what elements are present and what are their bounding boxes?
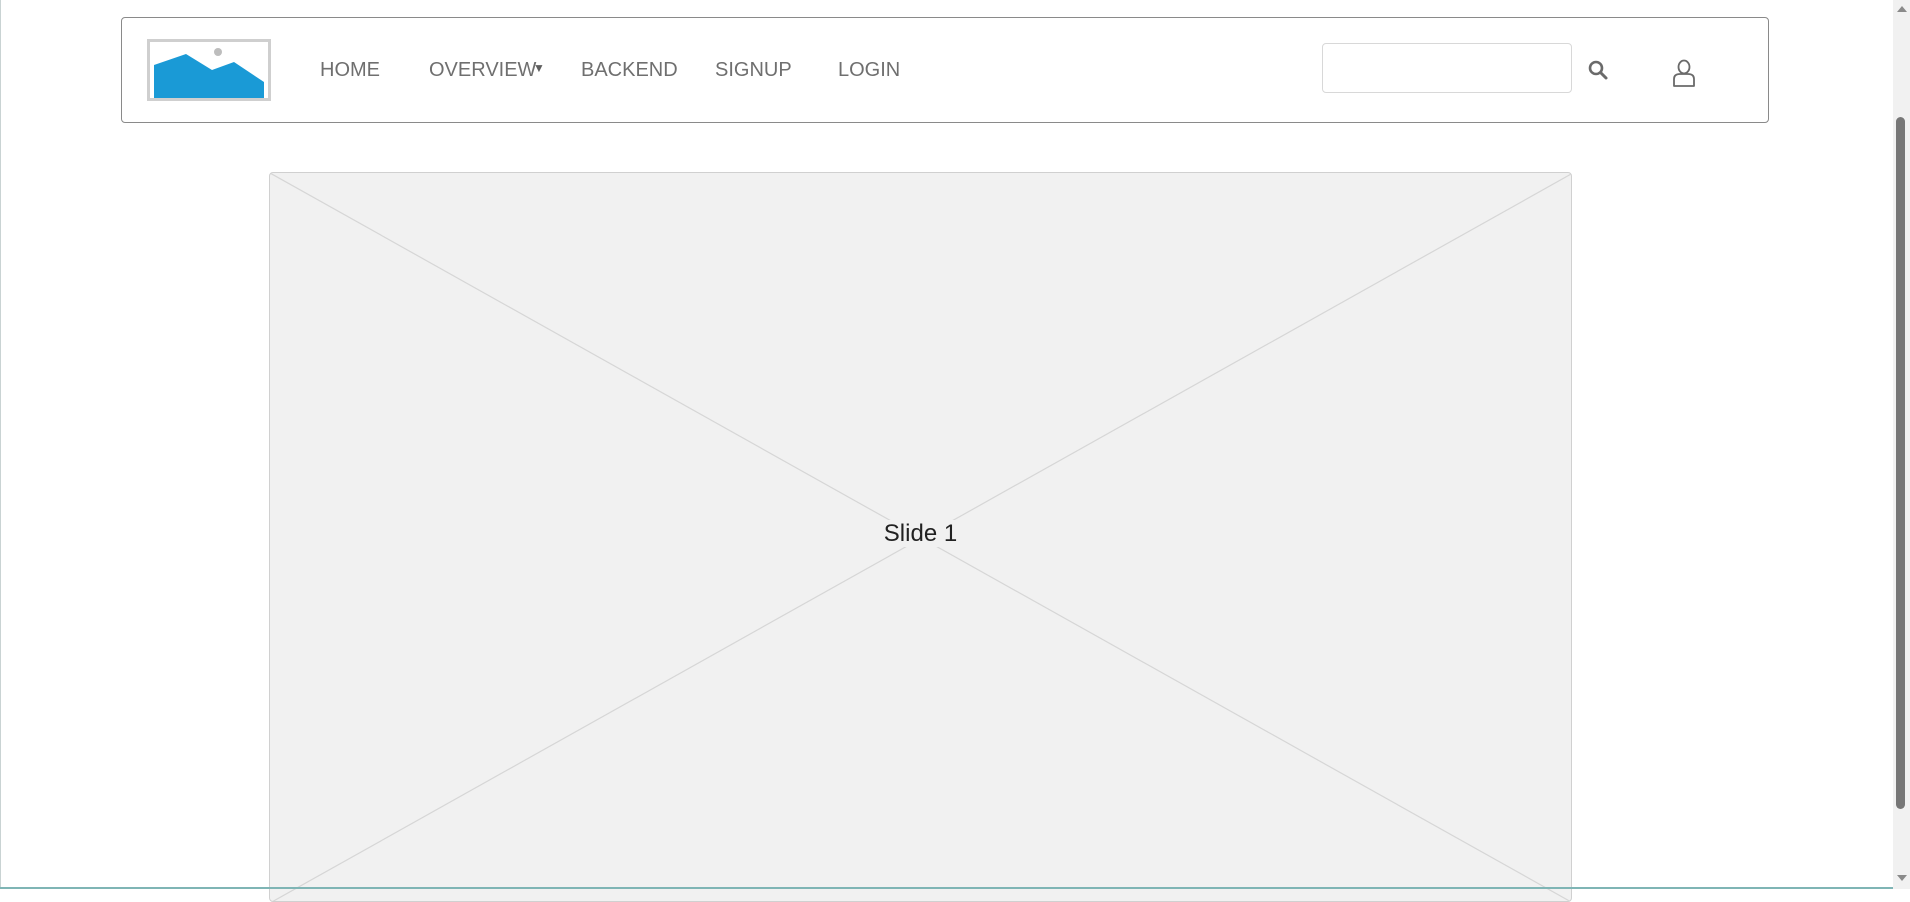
window-left-edge — [0, 0, 1, 889]
scroll-down-arrow-icon[interactable] — [1897, 875, 1907, 881]
slide-label: Slide 1 — [877, 520, 964, 547]
scroll-thumb[interactable] — [1896, 117, 1905, 809]
user-icon — [1673, 59, 1695, 87]
carousel-slide[interactable]: Slide 1 — [269, 172, 1572, 902]
chevron-down-icon[interactable]: ▼ — [533, 61, 545, 75]
image-placeholder-icon — [154, 46, 264, 98]
nav-login[interactable]: LOGIN — [838, 58, 900, 82]
nav-backend[interactable]: BACKEND — [581, 58, 678, 82]
site-logo[interactable] — [147, 39, 271, 101]
scroll-up-arrow-icon[interactable] — [1897, 6, 1907, 12]
nav-overview[interactable]: OVERVIEW — [429, 58, 536, 82]
vertical-scrollbar[interactable] — [1893, 0, 1910, 889]
user-account-button[interactable] — [1671, 58, 1697, 88]
nav-home[interactable]: HOME — [320, 58, 380, 82]
nav-signup[interactable]: SIGNUP — [715, 58, 792, 82]
search-button[interactable] — [1586, 58, 1610, 82]
top-navbar: HOME OVERVIEW ▼ BACKEND SIGNUP LOGIN — [121, 17, 1769, 123]
search-icon — [1588, 60, 1608, 80]
search-input[interactable] — [1322, 43, 1572, 93]
